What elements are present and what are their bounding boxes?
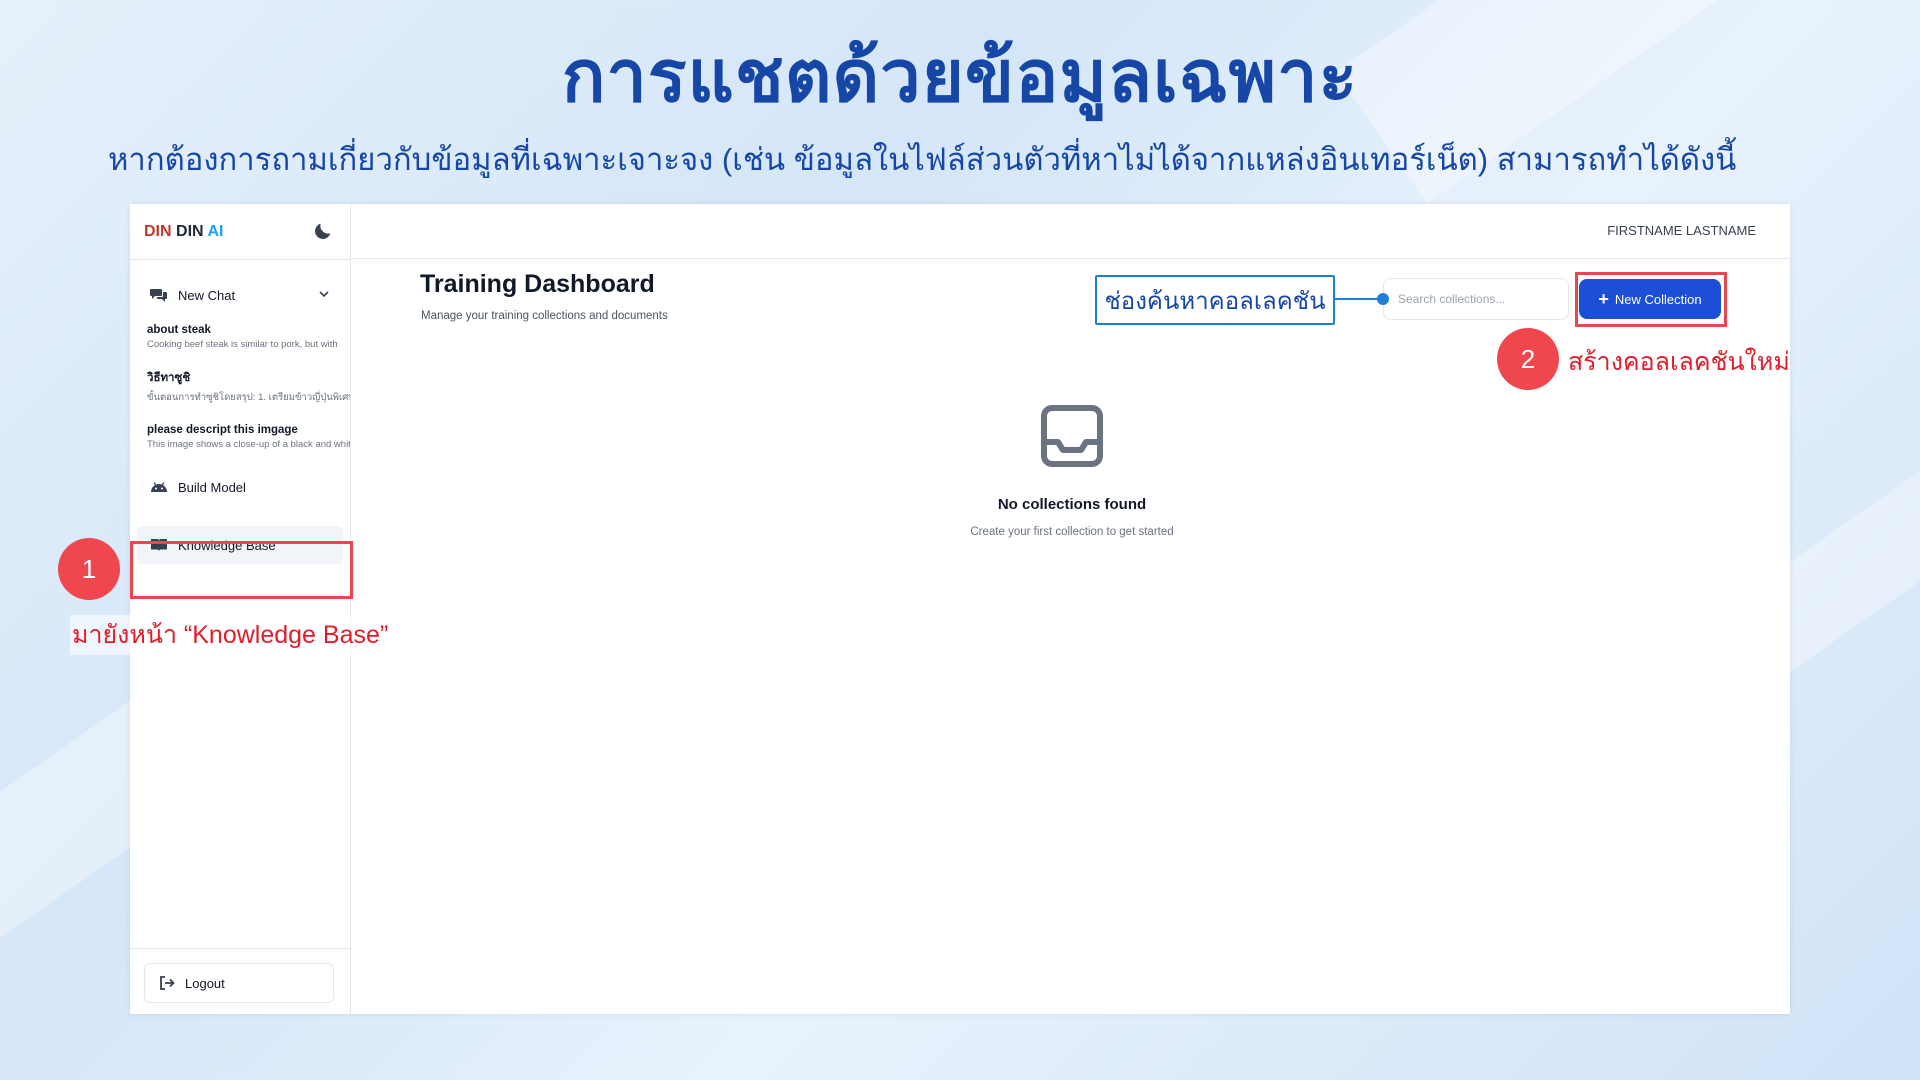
empty-state-subtitle: Create your first collection to get star…: [970, 526, 1174, 538]
chat-history-item[interactable]: about steak Cooking beef steak is simila…: [130, 324, 350, 350]
logout-icon: [159, 976, 179, 990]
step-1-badge: 1: [58, 538, 120, 600]
chat-history-item[interactable]: วิธีทาซูชิ ขั้นตอนการทำซูชิโดยสรุป: 1. เ…: [130, 369, 350, 405]
app-window: DIN DIN AI New Chat about steak Cooking …: [130, 204, 1790, 1014]
slide-title: การแชตด้วยข้อมูลเฉพาะ: [561, 37, 1359, 117]
highlight-new-collection: [1575, 272, 1727, 327]
search-collections-input[interactable]: [1383, 278, 1569, 320]
page-title: Training Dashboard: [420, 270, 655, 298]
search-callout: ช่องค้นหาคอลเลคชัน: [1095, 275, 1335, 325]
chevron-down-icon[interactable]: [318, 288, 330, 300]
brand-part-3: AI: [207, 223, 224, 240]
callout-dot: [1377, 293, 1389, 305]
highlight-knowledge-base: [130, 541, 353, 599]
new-chat-button[interactable]: New Chat: [130, 278, 350, 312]
chat-history-item[interactable]: please descript this imgage This image s…: [130, 424, 350, 450]
empty-state-title: No collections found: [997, 496, 1147, 513]
chat-icon: [150, 287, 168, 303]
chat-preview: This image shows a close-up of a black a…: [147, 439, 351, 450]
inbox-icon: [1041, 405, 1103, 467]
build-model-label: Build Model: [178, 479, 246, 495]
chat-title: please descript this imgage: [147, 424, 298, 436]
slide-subtitle: หากต้องการถามเกี่ยวกับข้อมูลที่เฉพาะเจาะ…: [108, 142, 1737, 177]
step-2-badge: 2: [1497, 328, 1559, 390]
callout-connector: [1335, 298, 1381, 300]
user-name[interactable]: FIRSTNAME LASTNAME: [1607, 223, 1756, 238]
chat-preview: ขั้นตอนการทำซูชิโดยสรุป: 1. เตรียมข้าวญี…: [147, 392, 351, 403]
brand-row: DIN DIN AI: [130, 204, 350, 260]
logout-label: Logout: [185, 975, 225, 991]
step-2-text: สร้างคอลเลคชันใหม่: [1568, 348, 1790, 376]
chat-title: วิธีทาซูชิ: [147, 372, 191, 384]
sidebar: DIN DIN AI New Chat about steak Cooking …: [130, 204, 351, 1014]
sidebar-item-build-model[interactable]: Build Model: [130, 470, 350, 504]
new-chat-label: New Chat: [178, 287, 236, 303]
step-1-text: มายังหน้า “Knowledge Base”: [70, 615, 391, 655]
sidebar-footer: Logout: [130, 948, 350, 1014]
brand-logo: DIN DIN AI: [144, 223, 223, 241]
brand-part-1: DIN: [144, 223, 172, 240]
logout-button[interactable]: Logout: [144, 963, 334, 1003]
page-subtitle: Manage your training collections and doc…: [421, 310, 668, 322]
moon-icon[interactable]: [312, 220, 334, 242]
android-icon: [150, 479, 168, 495]
chat-title: about steak: [147, 324, 211, 336]
brand-part-2: DIN: [176, 223, 204, 240]
topbar: FIRSTNAME LASTNAME: [351, 204, 1790, 259]
chat-preview: Cooking beef steak is similar to pork, b…: [147, 339, 338, 350]
